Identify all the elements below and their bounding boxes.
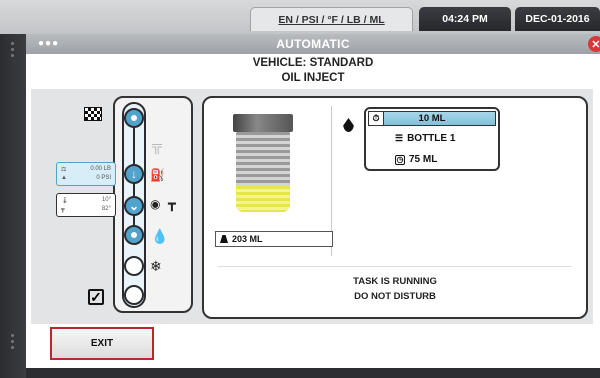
gauge-icon: ◉ <box>150 197 161 211</box>
weight-icon <box>220 235 228 243</box>
main-window: VEHICLE: STANDARD OIL INJECT ↓ ⌄ ╦ ⛽ ◉ ┳… <box>26 54 600 368</box>
bottle-line: ☰ BOTTLE 1 <box>395 133 455 144</box>
window-title: AUTOMATIC <box>276 37 350 51</box>
snowflake-icon: ❄ <box>150 258 162 274</box>
list-icon: ☰ <box>395 133 404 143</box>
dose-value: 10 ML <box>418 113 446 124</box>
valve-icon: ╦ <box>152 137 162 153</box>
frame-dot <box>11 54 14 57</box>
tool-icon: ┳ <box>168 196 176 211</box>
time-display: 04:24 PM <box>419 7 511 31</box>
timer-icon: ⏱ <box>369 112 384 125</box>
thermometer-icon: 🌡 <box>61 198 69 204</box>
window-menu-dots-icon[interactable]: ●●● <box>38 38 59 49</box>
oil-level-fill <box>236 185 290 212</box>
mode-label: OIL INJECT <box>281 72 345 84</box>
step-node-finish <box>124 285 144 305</box>
oil-bottle <box>236 132 290 212</box>
checkbox-icon: ✓ <box>88 289 104 305</box>
left-frame <box>0 34 26 378</box>
frame-dot <box>11 340 14 343</box>
date-display: DEC-01-2016 <box>515 7 600 31</box>
stopwatch-icon: ◷ <box>395 154 405 165</box>
scale-readout: ⚖ 0.00 LB ▲ 0 PSI <box>56 162 116 186</box>
units-label: EN / PSI / °F / LB / ML <box>278 13 385 26</box>
exit-button[interactable]: EXIT <box>50 327 154 360</box>
total-line: ◷ 75 ML <box>395 154 437 165</box>
total-value: 75 ML <box>409 154 438 165</box>
status-line-2: DO NOT DISTURB <box>354 291 436 302</box>
step-node-recover: ↓ <box>124 164 144 184</box>
bottom-frame <box>26 368 600 378</box>
scale-top-value: 0.00 LB <box>90 166 111 172</box>
pressure-icon: ▲ <box>61 175 67 181</box>
temp-sensor-icon: ┳ <box>61 207 65 213</box>
oil-drop-icon: 💧 <box>151 228 169 244</box>
step-node-start <box>124 108 144 128</box>
scale-bottom-value: 0 PSI <box>96 175 111 181</box>
temp-top-value: 10° <box>101 197 111 203</box>
temp-bottom-value: 82° <box>101 206 111 212</box>
checkered-flag-icon <box>84 107 102 121</box>
status-line-1: TASK IS RUNNING <box>353 276 437 287</box>
units-tab[interactable]: EN / PSI / °F / LB / ML <box>250 7 413 31</box>
frame-dot <box>11 42 14 45</box>
dose-progress-bar: ⏱ 10 ML <box>368 111 496 126</box>
close-icon[interactable]: ✕ <box>588 36 600 52</box>
frame-dot <box>11 346 14 349</box>
step-node-oil-inject <box>124 225 144 245</box>
window-titlebar: ●●● AUTOMATIC ✕ <box>26 34 600 54</box>
oil-bottle-cap <box>233 114 293 132</box>
step-node-leak-test: ⌄ <box>124 196 144 216</box>
scale-icon: ⚖ <box>61 167 67 173</box>
step-node-charge <box>124 256 144 276</box>
temperature-readout: 🌡 10° ┳ 82° <box>56 193 116 217</box>
hose-icon: ⛽ <box>150 168 165 182</box>
frame-dot <box>11 334 14 337</box>
vehicle-label: VEHICLE: STANDARD <box>252 57 374 69</box>
status-divider <box>218 266 572 267</box>
top-status-bar: EN / PSI / °F / LB / ML 04:24 PM DEC-01-… <box>0 0 600 34</box>
oil-volume-field: 203 ML <box>215 231 333 247</box>
bottle-value: BOTTLE 1 <box>407 133 456 144</box>
frame-dot <box>11 48 14 51</box>
oil-volume-value: 203 ML <box>232 234 263 244</box>
